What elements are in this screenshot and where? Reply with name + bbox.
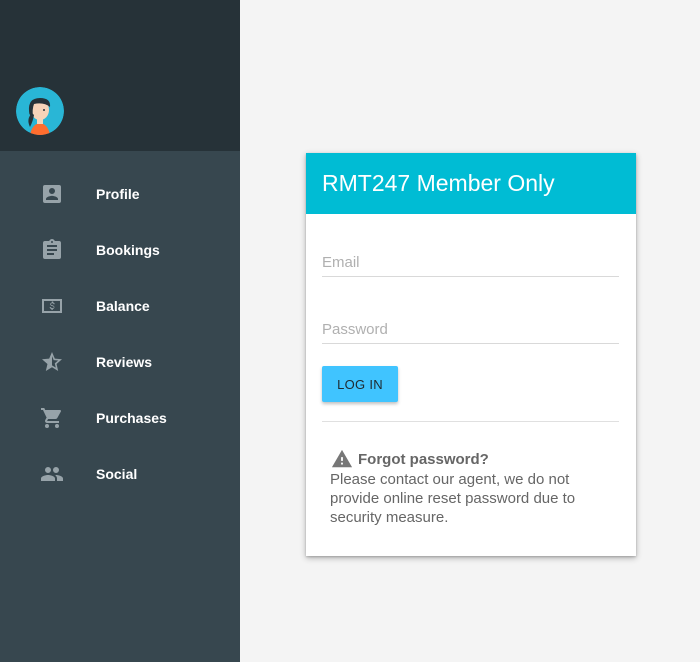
sidebar-item-label: Bookings xyxy=(96,242,160,258)
cart-icon xyxy=(40,406,64,430)
forgot-password-notice: Forgot password? Please contact our agen… xyxy=(322,448,620,527)
account-box-icon xyxy=(40,182,64,206)
avatar[interactable] xyxy=(16,87,64,135)
sidebar-item-social[interactable]: Social xyxy=(0,446,240,502)
login-card-header: RMT247 Member Only xyxy=(306,153,636,214)
forgot-password-heading-row: Forgot password? xyxy=(330,448,620,470)
sidebar-item-label: Social xyxy=(96,466,138,482)
login-card: RMT247 Member Only LOG IN Forgot passwor… xyxy=(306,153,636,556)
woman-avatar-icon xyxy=(16,87,64,135)
sidebar-item-reviews[interactable]: Reviews xyxy=(0,334,240,390)
sidebar-item-label: Purchases xyxy=(96,410,167,426)
star-half-icon xyxy=(40,350,64,374)
forgot-password-title: Forgot password? xyxy=(358,450,489,468)
divider xyxy=(322,421,619,422)
email-field-wrapper xyxy=(322,254,620,277)
email-field[interactable] xyxy=(322,254,619,277)
sidebar: Profile Bookings Balance Reviews Purchas… xyxy=(0,0,240,662)
sidebar-item-bookings[interactable]: Bookings xyxy=(0,222,240,278)
password-field[interactable] xyxy=(322,321,619,344)
sidebar-nav: Profile Bookings Balance Reviews Purchas… xyxy=(0,151,240,502)
warning-icon xyxy=(330,448,354,470)
login-form: LOG IN Forgot password? Please contact o… xyxy=(306,254,636,527)
sidebar-item-label: Balance xyxy=(96,298,150,314)
sidebar-item-label: Profile xyxy=(96,186,140,202)
sidebar-item-purchases[interactable]: Purchases xyxy=(0,390,240,446)
sidebar-header xyxy=(0,0,240,151)
money-icon xyxy=(40,294,64,318)
login-button[interactable]: LOG IN xyxy=(322,366,398,402)
login-title: RMT247 Member Only xyxy=(322,170,555,196)
people-icon xyxy=(40,462,64,486)
sidebar-item-label: Reviews xyxy=(96,354,153,370)
clipboard-icon xyxy=(40,238,64,262)
sidebar-item-balance[interactable]: Balance xyxy=(0,278,240,334)
forgot-password-text: Please contact our agent, we do not prov… xyxy=(330,471,576,526)
password-field-wrapper xyxy=(322,321,620,344)
sidebar-item-profile[interactable]: Profile xyxy=(0,166,240,222)
